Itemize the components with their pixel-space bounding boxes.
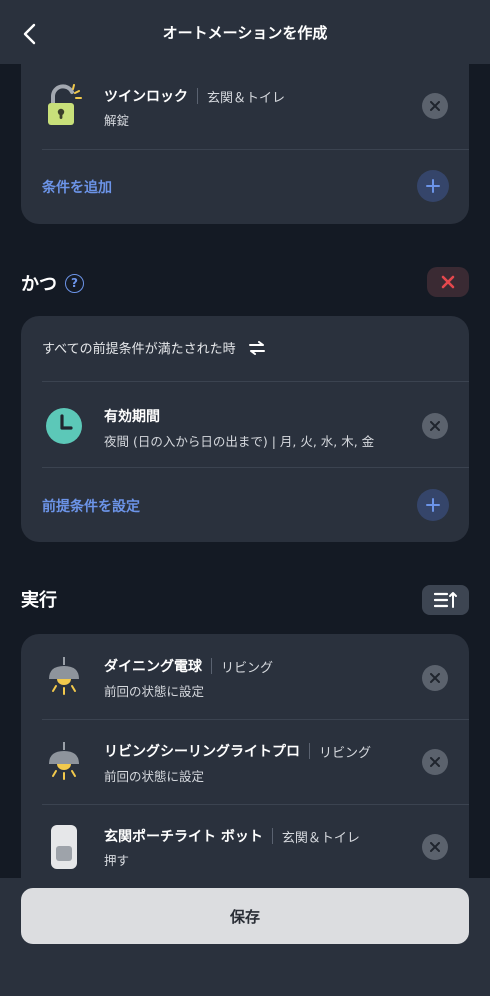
item-title: ダイニング電球 [104, 659, 202, 675]
item-subtitle: 押す [104, 853, 130, 868]
item-room: リビング [319, 745, 372, 761]
save-label: 保存 [229, 907, 260, 926]
condition-mode-label: すべての前提条件が満たされた時 [42, 342, 236, 357]
page-title: オートメーションを作成 [162, 23, 328, 42]
item-subtitle: 前回の状態に設定 [104, 684, 205, 699]
ceiling-lamp-icon [42, 741, 86, 785]
action-item[interactable]: リビングシーリングライトプロ リビング 前回の状態に設定 [21, 720, 469, 805]
trigger-card: ツインロック 玄関＆トイレ 解錠 条件を追加 [21, 40, 469, 224]
divider [42, 149, 469, 150]
and-section-title: かつ ? [21, 270, 84, 296]
separator [309, 743, 310, 759]
and-section-label: かつ [21, 274, 57, 295]
remove-button[interactable] [422, 749, 448, 775]
precondition-item[interactable]: 有効期間 夜間 (日の入から日の出まで) | 月, 火, 水, 木, 金 [21, 382, 469, 468]
sort-button[interactable] [422, 585, 469, 615]
item-subtitle: 前回の状態に設定 [104, 769, 205, 784]
item-title: リビングシーリングライトプロ [104, 744, 300, 760]
help-glyph: ? [71, 276, 78, 290]
item-room: 玄関＆トイレ [281, 830, 360, 846]
save-button[interactable]: 保存 [21, 888, 469, 944]
separator [271, 828, 273, 844]
run-section-title: 実行 [21, 586, 57, 612]
close-icon [430, 842, 440, 852]
action-item[interactable]: ダイニング電球 リビング 前回の状態に設定 [21, 634, 469, 719]
add-condition-link[interactable]: 条件を追加 [42, 177, 112, 197]
divider [42, 467, 469, 468]
help-icon[interactable]: ? [65, 273, 84, 293]
remove-button[interactable] [422, 93, 448, 119]
precondition-card: すべての前提条件が満たされた時 有効期間 夜間 (日の入から日の出まで) | 月… [21, 316, 469, 542]
item-room: 玄関＆トイレ [207, 90, 286, 106]
close-icon [430, 673, 440, 683]
header: オートメーションを作成 [0, 0, 490, 64]
back-button[interactable] [16, 20, 44, 48]
lock-icon [42, 84, 86, 128]
set-precondition-link[interactable]: 前提条件を設定 [42, 496, 140, 516]
bot-device-icon [42, 825, 86, 869]
plus-icon [426, 179, 440, 193]
close-icon [430, 101, 440, 111]
close-icon [430, 757, 440, 767]
item-room: リビング [221, 660, 274, 676]
footer: 保存 [0, 878, 490, 996]
run-section-label: 実行 [21, 590, 57, 611]
add-condition-button[interactable] [417, 170, 449, 202]
close-icon [430, 421, 440, 431]
remove-button[interactable] [422, 665, 448, 691]
item-title: 有効期間 [104, 409, 160, 425]
separator [197, 88, 198, 104]
item-title: 玄関ポーチライト ボット [104, 829, 263, 845]
separator [211, 658, 212, 674]
add-precondition-button[interactable] [417, 489, 449, 521]
swap-icon [248, 340, 265, 355]
condition-mode[interactable]: すべての前提条件が満たされた時 [42, 338, 266, 357]
plus-icon [426, 498, 440, 512]
delete-section-button[interactable] [427, 267, 469, 297]
remove-button[interactable] [422, 413, 448, 439]
remove-button[interactable] [422, 834, 448, 860]
close-icon [441, 275, 455, 289]
ceiling-lamp-icon [42, 656, 86, 700]
item-subtitle: 解錠 [104, 113, 130, 128]
item-title: ツインロック [104, 89, 188, 105]
sort-icon [433, 592, 457, 608]
action-card: ダイニング電球 リビング 前回の状態に設定 リビングシーリングライトプロ リビン… [21, 634, 469, 904]
item-subtitle: 夜間 (日の入から日の出まで) | 月, 火, 水, 木, 金 [104, 434, 375, 449]
chevron-left-icon [23, 23, 36, 45]
clock-icon [42, 404, 86, 448]
